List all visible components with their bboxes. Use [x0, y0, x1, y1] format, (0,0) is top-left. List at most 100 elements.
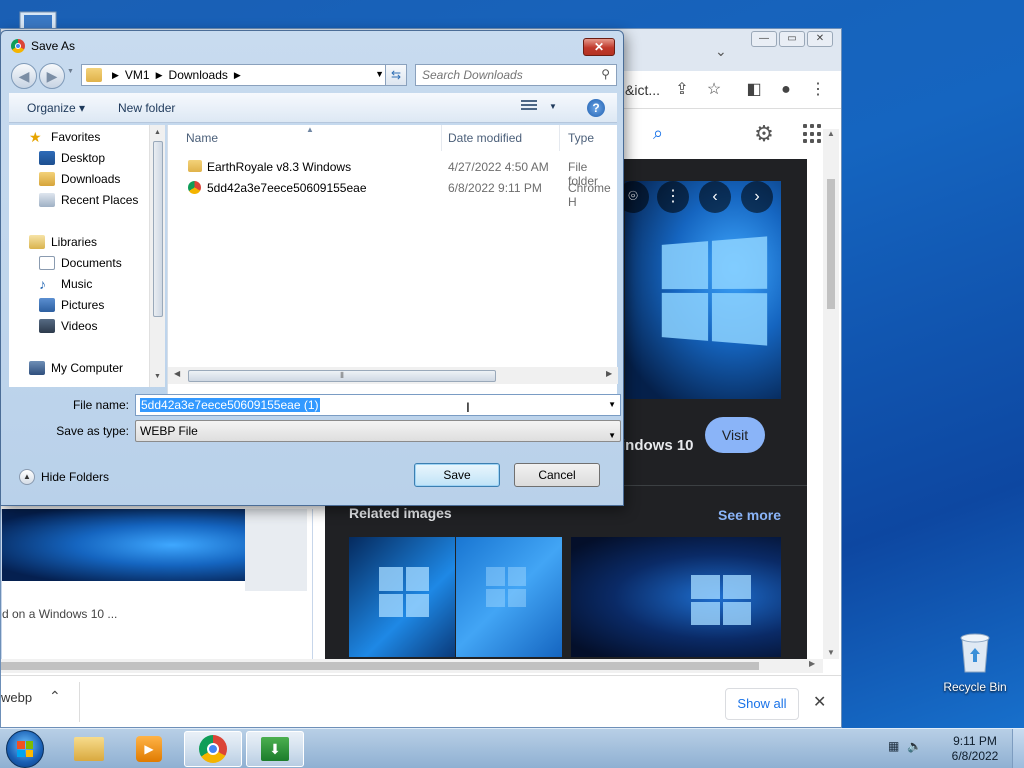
view-dropdown-icon[interactable]: ▼: [549, 102, 557, 111]
scroll-down-arrow-icon[interactable]: ▼: [154, 373, 161, 380]
taskbar-chrome[interactable]: [184, 731, 242, 767]
nav-item-desktop[interactable]: Desktop: [39, 148, 105, 168]
recent-locations-chevron-icon[interactable]: ▼: [67, 68, 74, 75]
scrollbar-thumb[interactable]: [153, 141, 163, 317]
network-icon[interactable]: ▦: [888, 739, 899, 753]
show-all-button[interactable]: Show all: [725, 688, 799, 720]
breadcrumb-vm1[interactable]: VM1: [125, 68, 150, 82]
hide-folders-toggle[interactable]: ▲ Hide Folders: [19, 469, 109, 485]
close-window-button[interactable]: ✕: [807, 31, 833, 47]
address-bar[interactable]: ▶ VM1 ▶ Downloads ▶ ▼: [81, 64, 389, 86]
nav-item-documents[interactable]: Documents: [39, 253, 122, 273]
save-button[interactable]: Save: [414, 463, 500, 487]
nav-item-libraries[interactable]: Libraries: [29, 232, 97, 252]
file-name-field[interactable]: 5dd42a3e7eece50609155eae (1) I ▼: [135, 394, 621, 416]
settings-gear-icon[interactable]: ⚙: [751, 121, 777, 147]
next-chevron-icon[interactable]: ›: [741, 181, 773, 213]
page-vertical-scrollbar[interactable]: ▲ ▼: [823, 129, 839, 659]
nav-item-downloads[interactable]: Downloads: [39, 169, 120, 189]
file-row[interactable]: 5dd42a3e7eece50609155eae 6/8/2022 9:11 P…: [168, 178, 618, 209]
result-image[interactable]: [2, 509, 245, 581]
file-row[interactable]: EarthRoyale v8.3 Windows 4/27/2022 4:50 …: [168, 157, 618, 188]
chrome-menu-icon[interactable]: ⋮: [807, 79, 829, 101]
file-list-horizontal-scrollbar[interactable]: ◀ ⦀ ▶: [168, 367, 618, 384]
show-desktop-button[interactable]: [1012, 729, 1024, 768]
scroll-up-arrow-icon[interactable]: ▲: [154, 129, 161, 136]
nav-item-my-computer[interactable]: My Computer: [29, 358, 123, 378]
nav-item-favorites[interactable]: ★ Favorites: [29, 127, 100, 147]
related-image-thumbnail[interactable]: [456, 537, 562, 657]
scrollbar-thumb[interactable]: [1, 662, 759, 670]
more-options-icon[interactable]: ⋮: [657, 181, 689, 213]
nav-item-recent-places[interactable]: Recent Places: [39, 190, 138, 210]
scroll-left-arrow-icon[interactable]: ◀: [174, 369, 180, 378]
view-options-icon[interactable]: [521, 100, 537, 114]
desktop-icon: [39, 151, 55, 165]
column-header-date[interactable]: Date modified: [440, 125, 560, 151]
page-horizontal-scrollbar[interactable]: ▶: [1, 659, 823, 673]
chevron-up-icon[interactable]: ⌃: [49, 688, 61, 705]
recycle-bin-shortcut[interactable]: Recycle Bin: [938, 630, 1012, 694]
taskbar-explorer[interactable]: [60, 731, 118, 767]
videos-icon: [39, 319, 55, 333]
search-icon[interactable]: ⚲: [601, 67, 610, 81]
download-item-name[interactable]: webp: [1, 690, 32, 705]
scroll-right-arrow-icon[interactable]: ▶: [606, 369, 612, 378]
share-icon[interactable]: ⇪: [671, 79, 693, 101]
refresh-icon[interactable]: ⇆: [385, 64, 407, 86]
nav-item-pictures[interactable]: Pictures: [39, 295, 104, 315]
nav-item-videos[interactable]: Videos: [39, 316, 97, 336]
nav-pane-scrollbar[interactable]: ▲ ▼: [149, 125, 165, 387]
save-as-type-select[interactable]: WEBP File ▼: [135, 420, 621, 442]
result-caption[interactable]: d on a Windows 10 ...: [2, 607, 117, 621]
chevron-right-icon[interactable]: ▶: [112, 70, 119, 81]
maximize-button[interactable]: ▭: [779, 31, 805, 47]
see-more-link[interactable]: See more: [718, 507, 781, 523]
omnibox-url[interactable]: &ict...: [625, 82, 660, 98]
tab-search-chevron-icon[interactable]: ⌄: [715, 43, 727, 60]
volume-icon[interactable]: 🔈: [907, 739, 922, 753]
forward-arrow-icon[interactable]: ▶: [39, 63, 65, 89]
dialog-close-button[interactable]: ✕: [583, 38, 615, 56]
image-title[interactable]: indows 10: [621, 437, 694, 454]
search-input[interactable]: [422, 65, 592, 85]
minimize-button[interactable]: —: [751, 31, 777, 47]
column-header-type[interactable]: Type: [560, 125, 620, 151]
taskbar-download-app[interactable]: ⬇: [246, 731, 304, 767]
address-dropdown-icon[interactable]: ▼: [375, 69, 384, 79]
preview-image[interactable]: [625, 181, 781, 399]
close-icon[interactable]: ✕: [813, 692, 826, 712]
previous-chevron-icon[interactable]: ‹: [699, 181, 731, 213]
new-folder-button[interactable]: New folder: [118, 101, 175, 115]
save-options: File name: 5dd42a3e7eece50609155eae (1) …: [9, 391, 621, 501]
scroll-up-arrow-icon[interactable]: ▲: [827, 129, 835, 138]
help-icon[interactable]: ?: [587, 99, 605, 117]
breadcrumb-downloads[interactable]: Downloads: [169, 68, 228, 82]
side-panel-icon[interactable]: ◧: [743, 79, 765, 101]
start-button[interactable]: [6, 730, 44, 768]
clock[interactable]: 9:11 PM 6/8/2022: [940, 734, 1010, 764]
related-image-thumbnail[interactable]: [349, 537, 455, 657]
search-icon[interactable]: ⌕: [653, 123, 663, 144]
chevron-right-icon[interactable]: ▶: [156, 70, 163, 81]
related-image-thumbnail[interactable]: [571, 537, 781, 657]
save-as-type-dropdown-icon[interactable]: ▼: [608, 426, 616, 446]
visit-button[interactable]: Visit: [705, 417, 765, 453]
taskbar-media-player[interactable]: ▶: [120, 731, 178, 767]
nav-item-music[interactable]: ♪ Music: [39, 274, 92, 294]
search-box[interactable]: ⚲: [415, 64, 617, 86]
organize-menu[interactable]: Organize ▾: [27, 101, 85, 115]
chevron-right-icon[interactable]: ▶: [234, 70, 241, 81]
profile-avatar-icon[interactable]: ●: [775, 79, 797, 101]
scrollbar-thumb[interactable]: [827, 179, 835, 309]
scroll-down-arrow-icon[interactable]: ▼: [827, 648, 835, 657]
scroll-right-arrow-icon[interactable]: ▶: [809, 659, 815, 668]
search-result-card[interactable]: d on a Windows 10 ...: [1, 509, 313, 669]
scrollbar-thumb[interactable]: ⦀: [188, 370, 496, 382]
back-arrow-icon[interactable]: ◀: [11, 63, 37, 89]
file-name-dropdown-icon[interactable]: ▼: [608, 400, 616, 409]
cancel-button[interactable]: Cancel: [514, 463, 600, 487]
file-name-value[interactable]: 5dd42a3e7eece50609155eae (1): [140, 398, 320, 412]
google-apps-icon[interactable]: [803, 124, 823, 144]
bookmark-star-icon[interactable]: ☆: [703, 79, 725, 101]
